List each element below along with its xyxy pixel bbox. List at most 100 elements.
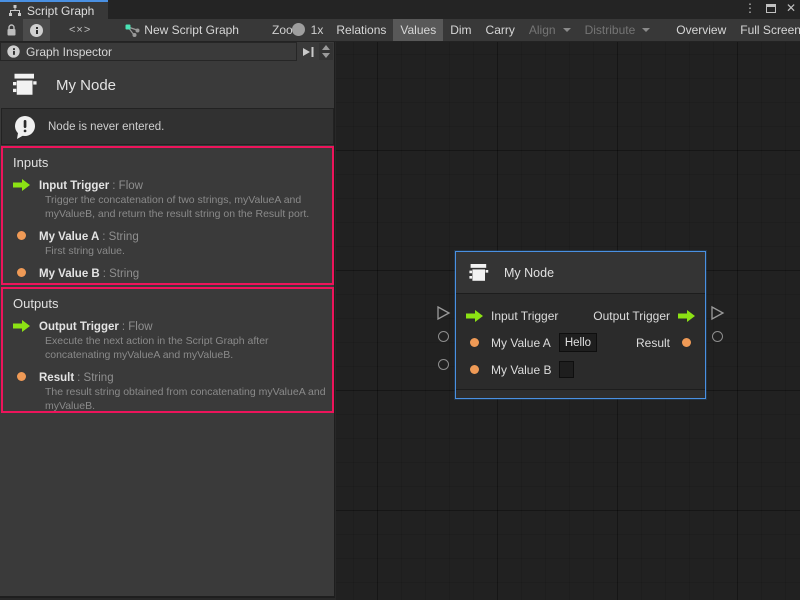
- relations-label: Relations: [336, 23, 386, 37]
- script-graph-asset-icon: [125, 24, 140, 37]
- tab-bar: Script Graph ⋮ ✕: [0, 0, 800, 19]
- external-input-flow-port[interactable]: [436, 305, 451, 324]
- output-trigger-port[interactable]: Output Trigger: [593, 309, 670, 323]
- toolbar: <×> New Script Graph Zoom 1x Relations V…: [0, 19, 800, 42]
- values-label: Values: [400, 23, 436, 37]
- tab-script-graph[interactable]: Script Graph: [0, 0, 108, 19]
- carry-button[interactable]: Carry: [479, 19, 522, 42]
- code-view-button[interactable]: <×>: [62, 19, 98, 42]
- chevron-down-icon: [563, 28, 571, 32]
- info-icon: [7, 45, 19, 57]
- value-port-icon: [17, 372, 26, 381]
- result-port[interactable]: Result: [636, 336, 670, 350]
- node-title-text: My Node: [56, 77, 116, 94]
- lock-icon: [6, 24, 17, 37]
- flow-port-icon: [13, 320, 30, 332]
- port-item-output-trigger: Output Trigger: Flow Execute the next ac…: [13, 319, 322, 363]
- my-value-a-port[interactable]: My Value A: [491, 336, 551, 350]
- menu-icon[interactable]: ⋮: [744, 1, 756, 15]
- my-value-a-field[interactable]: Hello: [559, 333, 597, 352]
- value-port-icon[interactable]: [470, 365, 479, 374]
- my-value-b-port[interactable]: My Value B: [491, 363, 551, 377]
- warning-text: Node is never entered.: [48, 121, 164, 133]
- port-item-result: Result: String The result string obtaine…: [13, 370, 322, 413]
- node-row-trigger: Input Trigger Output Trigger: [456, 302, 705, 329]
- my-node[interactable]: My Node Input Trigger Output Trigger: [455, 251, 706, 399]
- overview-button[interactable]: Overview: [669, 19, 733, 42]
- inputs-title: Inputs: [13, 155, 322, 170]
- script-graph-window: Script Graph ⋮ ✕ <×>: [0, 0, 800, 600]
- external-value-port-b[interactable]: [438, 359, 449, 370]
- flow-in-icon[interactable]: [466, 310, 483, 322]
- warning-bubble-icon: [12, 114, 38, 140]
- align-label: Align: [529, 23, 556, 37]
- zoom-value: 1x: [311, 23, 324, 37]
- overview-label: Overview: [676, 23, 726, 37]
- carry-label: Carry: [486, 23, 515, 37]
- external-output-flow-port[interactable]: [710, 305, 725, 324]
- port-type: : String: [102, 231, 138, 243]
- value-port-icon: [17, 231, 26, 240]
- value-port-icon[interactable]: [682, 338, 691, 347]
- external-value-port-a[interactable]: [438, 331, 449, 342]
- distribute-dropdown[interactable]: Distribute: [578, 19, 658, 42]
- node-footer: [456, 389, 705, 398]
- relations-button[interactable]: Relations: [329, 19, 393, 42]
- dim-button[interactable]: Dim: [443, 19, 478, 42]
- code-icon: <×>: [69, 24, 91, 36]
- window-controls: ⋮ ✕: [744, 1, 796, 15]
- warning-box: Node is never entered.: [1, 108, 334, 145]
- fullscreen-button[interactable]: Full Screen: [733, 19, 800, 42]
- inputs-section: Inputs Input Trigger: Flow Trigger the c…: [1, 146, 334, 285]
- port-item-my-value-a: My Value A: String First string value.: [13, 229, 322, 259]
- tab-label: Script Graph: [27, 4, 94, 18]
- distribute-label: Distribute: [585, 23, 636, 37]
- input-trigger-port[interactable]: Input Trigger: [491, 309, 558, 323]
- port-item-my-value-b: My Value B: String Second string value.: [13, 266, 322, 285]
- port-name: My Value A: [39, 231, 99, 243]
- inspected-node-title: My Node: [0, 63, 334, 107]
- value-port-icon: [17, 268, 26, 277]
- port-description: Second string value.: [45, 282, 333, 285]
- panel-scroll-spinner[interactable]: [319, 43, 333, 60]
- port-description: Trigger the concatenation of two strings…: [45, 194, 333, 222]
- port-item-input-trigger: Input Trigger: Flow Trigger the concaten…: [13, 178, 322, 222]
- node-icon: [466, 261, 492, 285]
- zoom-slider-handle[interactable]: [292, 23, 305, 36]
- node-title: My Node: [504, 266, 554, 280]
- port-type: : Flow: [122, 321, 153, 333]
- chevron-down-icon: [642, 28, 650, 32]
- arrow-up-icon[interactable]: [322, 45, 330, 50]
- value-port-icon[interactable]: [470, 338, 479, 347]
- graph-canvas[interactable]: My Node Input Trigger Output Trigger: [336, 42, 800, 600]
- node-row-value-a: My Value A Hello Result: [456, 329, 705, 356]
- my-node-body: Input Trigger Output Trigger My Value A …: [456, 294, 705, 389]
- lock-button[interactable]: [0, 19, 23, 42]
- port-type: : Flow: [112, 180, 143, 192]
- node-icon: [8, 70, 42, 100]
- info-icon: [30, 24, 43, 37]
- my-node-header[interactable]: My Node: [456, 252, 705, 294]
- dock-panel-button[interactable]: [300, 43, 317, 60]
- inspector-header[interactable]: Graph Inspector: [0, 42, 297, 61]
- dock-icon: [302, 46, 315, 58]
- port-name: Result: [39, 372, 74, 384]
- inspector-title: Graph Inspector: [26, 45, 112, 59]
- arrow-down-icon[interactable]: [322, 53, 330, 58]
- inspector-toggle-button[interactable]: [23, 19, 50, 42]
- my-value-b-field[interactable]: [559, 361, 574, 378]
- new-script-graph-label: New Script Graph: [144, 23, 239, 37]
- external-result-port[interactable]: [712, 331, 723, 342]
- outputs-section: Outputs Output Trigger: Flow Execute the…: [1, 287, 334, 413]
- flow-port-icon: [13, 179, 30, 191]
- new-script-graph-button[interactable]: New Script Graph: [118, 19, 246, 42]
- port-name: Output Trigger: [39, 321, 119, 333]
- flow-out-icon[interactable]: [678, 310, 695, 322]
- close-icon[interactable]: ✕: [786, 1, 796, 15]
- maximize-icon[interactable]: [766, 4, 776, 13]
- align-dropdown[interactable]: Align: [522, 19, 578, 42]
- values-button[interactable]: Values: [393, 19, 443, 42]
- graph-hierarchy-icon: [8, 5, 22, 17]
- port-description: First string value.: [45, 245, 333, 259]
- port-description: The result string obtained from concaten…: [45, 386, 333, 413]
